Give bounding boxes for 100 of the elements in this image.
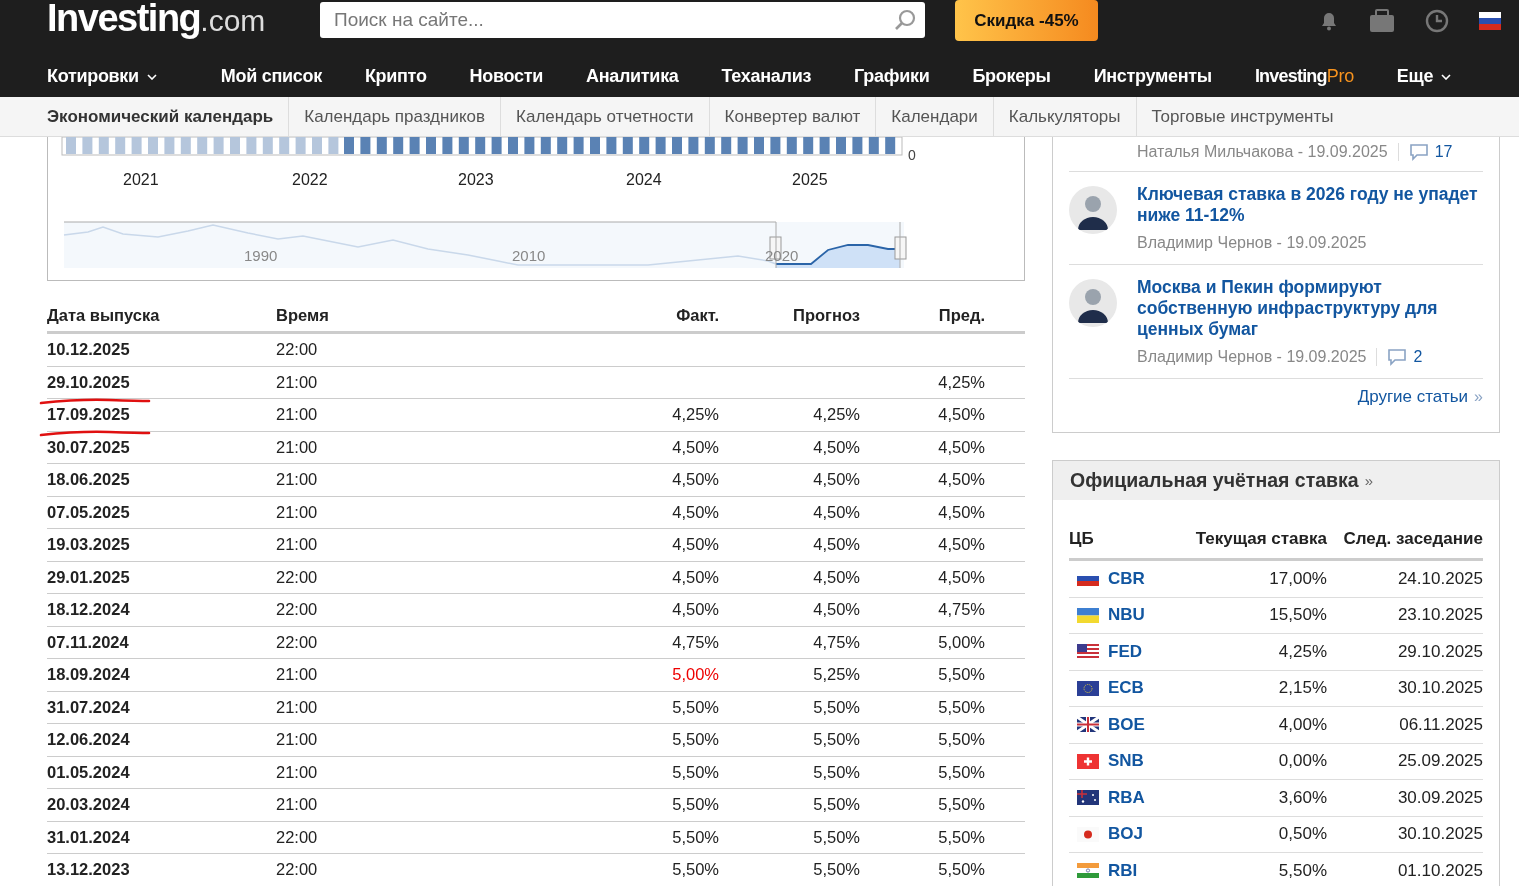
bank-link[interactable]: BOJ <box>1108 824 1143 845</box>
previous-value: 5,00% <box>938 632 985 651</box>
actual-value: 4,50% <box>672 567 719 586</box>
forecast-value: 4,50% <box>813 600 860 619</box>
subnav-tab[interactable]: Экономический календарь <box>32 96 289 137</box>
time-cell-text: 21:00 <box>276 372 319 392</box>
nav-menu-item[interactable]: Крипто <box>364 65 427 87</box>
nav-menu-item[interactable]: Аналитика <box>585 65 679 87</box>
next-meeting-cell-text: 30.09.2025 <box>1396 787 1483 808</box>
forecast-value: 4,50% <box>813 437 860 456</box>
column-header[interactable]: Дата выпуска <box>47 305 276 325</box>
column-header[interactable]: Факт. <box>579 305 719 325</box>
subnav-tab[interactable]: Калькуляторы <box>992 96 1136 137</box>
avatar-placeholder <box>1069 186 1117 234</box>
previous-value: 5,50% <box>938 795 985 814</box>
nav-menu-item[interactable]: Еще <box>1396 65 1452 87</box>
discount-button[interactable]: Скидка -45% <box>955 0 1098 41</box>
search-field[interactable]: Поиск на сайте... <box>320 2 925 38</box>
time-cell-text: 22:00 <box>276 600 319 620</box>
forecast-value: 4,50% <box>813 567 860 586</box>
release-date-cell-text: 12.06.2024 <box>47 730 131 750</box>
southern-cross-flag-icon <box>1077 790 1099 806</box>
nav-menu-item[interactable]: Мой список <box>220 65 322 87</box>
time-cell-text: 21:00 <box>276 470 319 490</box>
article-title-link[interactable]: Ключевая ставка в 2026 году не упадет ниже 11-12% <box>1137 184 1483 226</box>
release-date-cell-text: 18.06.2025 <box>47 470 131 490</box>
bank-link[interactable]: FED <box>1108 641 1142 662</box>
previous-value: 5,50% <box>938 860 985 879</box>
author-date-text: Наталья Мильчакова - 19.09.2025 <box>1137 143 1388 161</box>
forecast-value: 5,50% <box>813 762 860 781</box>
next-meeting-cell-text: 06.11.2025 <box>1398 714 1483 735</box>
navigator-year-label: 2020 <box>765 247 799 264</box>
current-rate-cell-text: 4,00% <box>1277 714 1327 735</box>
site-logo[interactable]: Investing.com <box>47 0 320 50</box>
next-meeting-cell-text: 24.10.2025 <box>1396 568 1483 589</box>
subnav-tab[interactable]: Календарь отчетности <box>500 96 709 137</box>
time-cell-text: 22:00 <box>276 567 319 587</box>
nav-menu-item[interactable]: Котировки <box>47 65 157 87</box>
release-date-cell-text: 31.07.2024 <box>47 697 131 717</box>
article-title-link[interactable]: Москва и Пекин формируют собственную инфраструктуру для ценных бумаг <box>1137 277 1483 340</box>
previous-value: 5,50% <box>938 827 985 846</box>
bank-link[interactable]: BOE <box>1108 714 1145 735</box>
release-date-cell-text: 07.11.2024 <box>47 632 130 652</box>
briefcase-icon[interactable] <box>1369 9 1395 33</box>
rates-title-link[interactable]: Официальная учётная ставка <box>1070 469 1359 492</box>
previous-value: 4,75% <box>938 600 985 619</box>
actual-value: 4,50% <box>672 600 719 619</box>
column-header: След. заседание <box>1342 529 1483 549</box>
actual-value: 5,50% <box>672 697 719 716</box>
nav-menu-item[interactable]: Графики <box>854 65 930 87</box>
bank-link[interactable]: NBU <box>1108 605 1145 626</box>
column-header[interactable]: Прогноз <box>719 305 860 325</box>
comment-icon <box>1387 348 1408 366</box>
bank-link[interactable]: SNB <box>1108 751 1144 772</box>
subnav-tab[interactable]: Торговые инструменты <box>1135 96 1349 137</box>
forecast-value: 4,50% <box>813 502 860 521</box>
bell-icon[interactable] <box>1319 11 1339 31</box>
current-rate-cell-text: 4,25% <box>1277 641 1327 662</box>
bank-link[interactable]: CBR <box>1108 568 1145 589</box>
time-cell-text: 21:00 <box>276 697 319 717</box>
nav-menu-item[interactable]: Брокеры <box>972 65 1051 87</box>
comment-count[interactable]: 17 <box>1434 143 1453 161</box>
current-rate-cell-text: 17,00% <box>1268 568 1327 589</box>
bicolor-flag-icon <box>1077 607 1099 623</box>
forecast-value: 5,50% <box>813 860 860 879</box>
time-cell-text: 22:00 <box>276 632 319 652</box>
column-header[interactable]: Пред. <box>860 305 985 325</box>
current-rate-cell-text: 5,50% <box>1277 860 1327 881</box>
subnav-tab[interactable]: Календари <box>875 96 993 137</box>
nav-menu-item[interactable]: Теханализ <box>721 65 812 87</box>
column-header[interactable]: Время <box>276 305 579 325</box>
next-meeting-cell-text: 30.10.2025 <box>1396 678 1483 699</box>
year-label: 2021 <box>123 171 159 188</box>
subnav-tab[interactable]: Календарь праздников <box>288 96 501 137</box>
time-cell-text: 21:00 <box>276 665 319 685</box>
actual-value: 5,00% <box>672 665 719 684</box>
actual-value: 4,50% <box>672 470 719 489</box>
axis-tick-label: 0 <box>908 147 916 163</box>
bank-link[interactable]: RBA <box>1108 787 1145 808</box>
current-rate-cell-text: 15,50% <box>1268 605 1327 626</box>
time-cell-text: 22:00 <box>276 827 319 847</box>
comment-count[interactable]: 2 <box>1413 348 1423 366</box>
pro-nav-link[interactable]: InvestingPro <box>1254 65 1354 87</box>
clock-icon[interactable] <box>1425 9 1449 33</box>
subnav-tab[interactable]: Конвертер валют <box>708 96 876 137</box>
more-articles-link[interactable]: Другие статьи <box>1357 387 1469 407</box>
search-icon <box>893 8 917 32</box>
previous-value: 5,50% <box>938 730 985 749</box>
previous-value: 4,50% <box>938 502 985 521</box>
tricolor-flag-icon[interactable] <box>1479 12 1501 30</box>
bank-link[interactable]: RBI <box>1108 860 1138 881</box>
time-cell-text: 21:00 <box>276 762 319 782</box>
previous-value: 5,50% <box>938 665 985 684</box>
nav-menu-item[interactable]: Инструменты <box>1093 65 1212 87</box>
previous-value: 5,50% <box>938 762 985 781</box>
nav-menu-item[interactable]: Новости <box>469 65 543 87</box>
time-cell-text: 21:00 <box>276 502 319 522</box>
current-rate-cell-text: 3,60% <box>1277 787 1327 808</box>
bank-link[interactable]: ECB <box>1108 678 1144 699</box>
caret-icon <box>1441 74 1452 80</box>
